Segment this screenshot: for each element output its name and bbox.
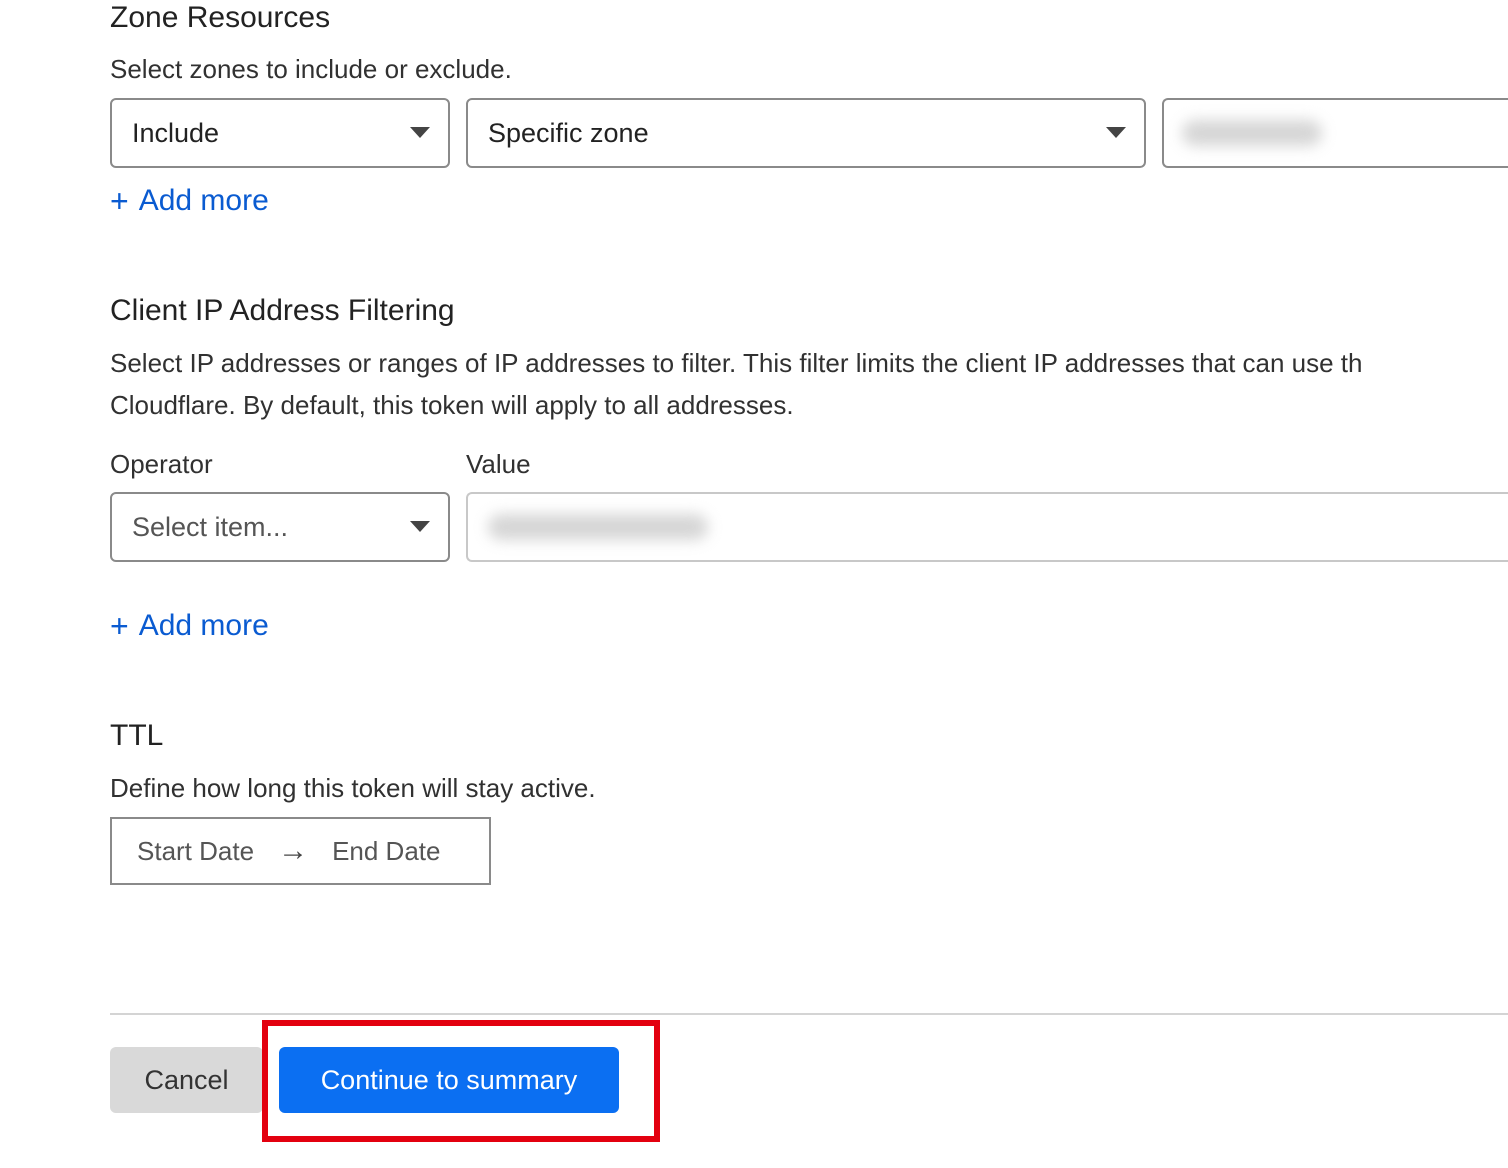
continue-to-summary-button[interactable]: Continue to summary	[279, 1047, 619, 1113]
zone-resources-description: Select zones to include or exclude.	[110, 54, 512, 84]
include-exclude-value: Include	[132, 117, 220, 148]
value-label: Value	[466, 449, 531, 479]
operator-select[interactable]: Select item...	[110, 492, 450, 562]
operator-placeholder: Select item...	[132, 511, 289, 542]
operator-label: Operator	[110, 449, 213, 479]
zone-type-value: Specific zone	[488, 117, 649, 148]
zone-type-select[interactable]: Specific zone	[466, 98, 1146, 168]
start-date-placeholder[interactable]: Start Date	[137, 836, 254, 867]
caret-down-icon	[410, 127, 430, 138]
token-config-page: Zone Resources Select zones to include o…	[0, 0, 1508, 1168]
ttl-description: Define how long this token will stay act…	[110, 773, 596, 803]
caret-down-icon	[1106, 127, 1126, 138]
zone-resources-title: Zone Resources	[110, 1, 331, 34]
footer-divider	[110, 1013, 1508, 1015]
redacted-zone-value	[1182, 120, 1322, 146]
plus-icon: +	[110, 608, 129, 644]
cancel-button[interactable]: Cancel	[110, 1047, 263, 1113]
ttl-title: TTL	[110, 719, 164, 752]
client-ip-description-line1: Select IP addresses or ranges of IP addr…	[110, 348, 1363, 378]
redacted-ip-value	[488, 514, 708, 540]
ip-add-more-link[interactable]: + Add more	[110, 609, 269, 643]
ttl-date-range-picker[interactable]: Start Date → End Date	[110, 817, 491, 885]
end-date-placeholder[interactable]: End Date	[332, 836, 440, 867]
arrow-right-icon: →	[278, 834, 309, 867]
ip-add-more-label: Add more	[138, 609, 269, 642]
zone-select[interactable]	[1162, 98, 1508, 168]
client-ip-description-line2: Cloudflare. By default, this token will …	[110, 390, 794, 420]
client-ip-title: Client IP Address Filtering	[110, 294, 455, 327]
zone-add-more-link[interactable]: + Add more	[110, 184, 269, 218]
zone-add-more-label: Add more	[138, 184, 269, 217]
plus-icon: +	[110, 183, 129, 219]
caret-down-icon	[410, 521, 430, 532]
ip-value-input[interactable]	[466, 492, 1508, 562]
include-exclude-select[interactable]: Include	[110, 98, 450, 168]
